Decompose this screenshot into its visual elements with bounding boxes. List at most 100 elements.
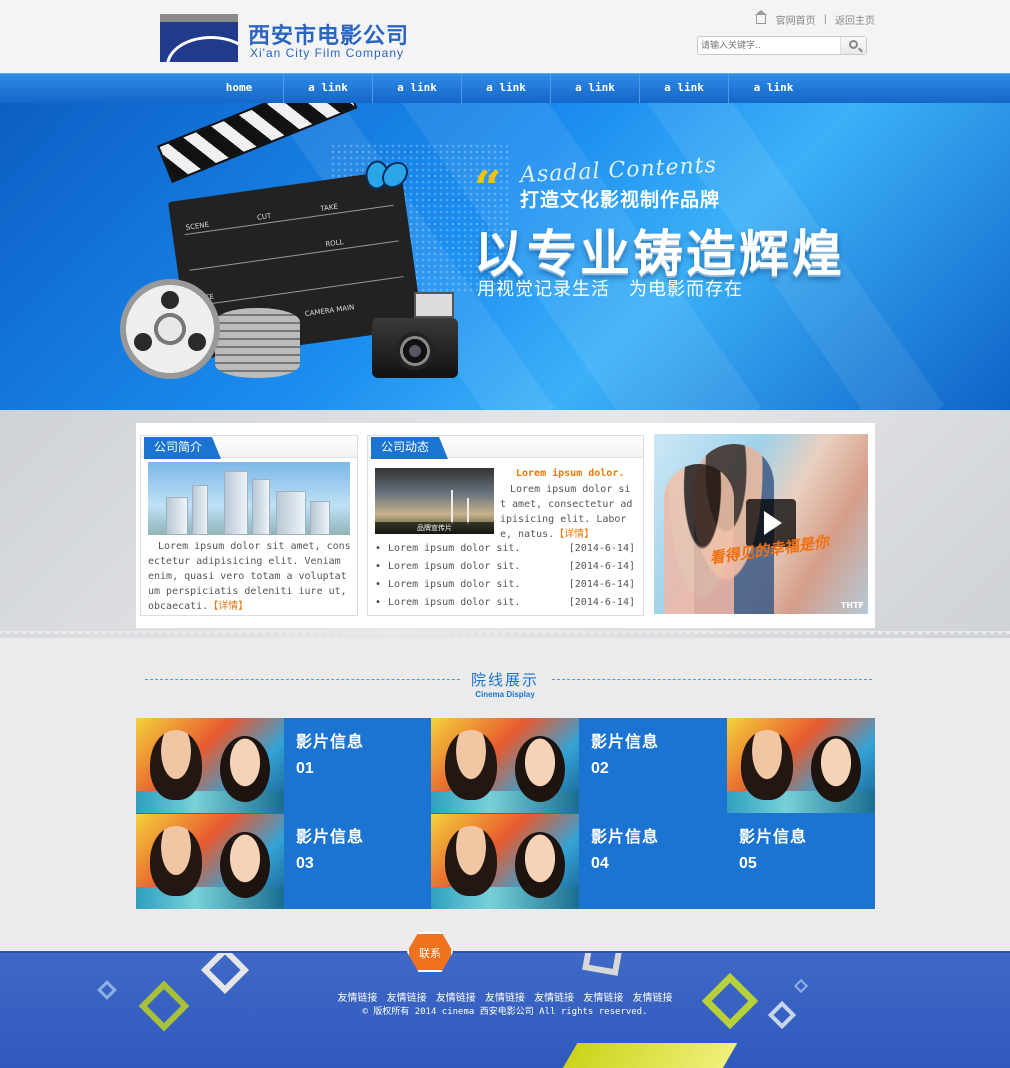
decor-square (582, 953, 624, 976)
news-box: 公司动态 品牌宣传片 Lorem ipsum dolor. Lorem ipsu… (367, 435, 644, 616)
section-divider-right (552, 679, 872, 680)
movie-info-number: 01 (296, 760, 314, 777)
news-box-header: 公司动态 (368, 436, 643, 459)
search-box (697, 36, 867, 55)
film-cans (215, 308, 300, 378)
banner-tagline: 打造文化影视制作品牌 (520, 189, 721, 211)
top-links: 官网首页 | 返回主页 (754, 10, 875, 27)
movie-info-02[interactable]: 影片信息 02 (591, 728, 659, 778)
intro-box: 公司简介 Lorem ipsum dolor sit amet, consect… (140, 435, 358, 616)
tab-company-intro[interactable]: 公司简介 (144, 437, 222, 459)
news-item-title[interactable]: Lorem ipsum dolor sit. (388, 543, 520, 554)
movie-info-label: 影片信息 (296, 827, 365, 846)
nav-item-link-2[interactable]: a link (373, 74, 462, 104)
list-item[interactable]: Lorem ipsum dolor sit. [2014-6-14] (375, 558, 635, 576)
movie-info-label: 影片信息 (739, 827, 808, 846)
list-item[interactable]: Lorem ipsum dolor sit. [2014-6-14] (375, 540, 635, 558)
nav-item-link-6[interactable]: a link (729, 74, 818, 104)
movie-poster[interactable] (727, 718, 875, 813)
zigzag-divider (0, 631, 1010, 639)
nav-item-home[interactable]: home (195, 74, 284, 104)
top-link-return[interactable]: 返回主页 (835, 12, 875, 27)
news-item-date: [2014-6-14] (568, 543, 635, 554)
section-title: 院线展示 (470, 671, 539, 689)
news-item-title[interactable]: Lorem ipsum dolor sit. (388, 561, 520, 572)
movie-info-05[interactable]: 影片信息 05 (739, 823, 807, 873)
nav-item-link-1[interactable]: a link (284, 74, 373, 104)
list-item[interactable]: Lorem ipsum dolor sit. [2014-6-14] (375, 576, 635, 594)
movie-info-number: 03 (296, 855, 314, 872)
video-brand: THTF (840, 601, 864, 610)
news-item-title[interactable]: Lorem ipsum dolor sit. (388, 579, 520, 590)
butterfly-icon (365, 161, 405, 187)
movie-info-number: 05 (739, 855, 757, 872)
friend-links: 友情链接 友情链接 友情链接 友情链接 友情链接 友情链接 友情链接 (0, 989, 1010, 1004)
section-divider-left (145, 679, 460, 680)
clapper-label: TAKE (319, 202, 339, 213)
home-icon (754, 10, 767, 24)
movie-info-01[interactable]: 影片信息 01 (296, 728, 364, 778)
nav-item-link-4[interactable]: a link (551, 74, 640, 104)
logo[interactable] (160, 14, 238, 62)
top-link-homepage[interactable]: 官网首页 (776, 12, 816, 27)
search-input[interactable] (698, 37, 840, 54)
banner-subtagline: 用视觉记录生活 为电影而存在 (477, 279, 743, 300)
news-headline[interactable]: Lorem ipsum dolor. (516, 468, 624, 479)
camera-lens (396, 332, 434, 370)
movie-info-04[interactable]: 影片信息 04 (591, 823, 659, 873)
friend-link[interactable]: 友情链接 (337, 993, 377, 1004)
copyright: © 版权所有 2014 cinema 西安电影公司 All rights res… (362, 1007, 648, 1017)
list-item[interactable]: Lorem ipsum dolor sit. [2014-6-14] (375, 594, 635, 612)
news-more-link[interactable]: 【详情】 (554, 529, 594, 540)
nav-list: home a link a link a link a link a link … (195, 74, 818, 104)
logo-arc (166, 36, 238, 62)
decor-stripe (542, 1043, 738, 1068)
search-button[interactable] (840, 37, 866, 54)
news-item-date: [2014-6-14] (568, 579, 635, 590)
movie-poster[interactable] (431, 718, 579, 813)
video-player[interactable]: 看得见的幸福是你 THTF (654, 434, 868, 614)
friend-link[interactable]: 友情链接 (485, 993, 525, 1004)
movie-info-03[interactable]: 影片信息 03 (296, 823, 364, 873)
intro-more-link[interactable]: 【详情】 (208, 601, 248, 612)
movie-info-label: 影片信息 (296, 732, 365, 751)
movie-poster[interactable] (136, 814, 284, 909)
news-item-date: [2014-6-14] (568, 597, 635, 608)
movie-info-number: 04 (591, 855, 609, 872)
tab-company-news[interactable]: 公司动态 (371, 437, 449, 459)
decor-square (200, 953, 250, 995)
hero-banner: SCENE CUT TAKE ROLL DATE CAMERA MAIN Asa… (0, 103, 1010, 410)
camera-icon (372, 292, 458, 378)
news-item-date: [2014-6-14] (568, 561, 635, 572)
quote-icon: “ (474, 161, 502, 217)
friend-link[interactable]: 友情链接 (633, 993, 673, 1004)
friend-link[interactable]: 友情链接 (534, 993, 574, 1004)
news-photo[interactable]: 品牌宣传片 (375, 468, 494, 534)
news-item-title[interactable]: Lorem ipsum dolor sit. (388, 597, 520, 608)
intro-body: Lorem ipsum dolor sit amet, consectetur … (148, 541, 351, 612)
nav-item-link-3[interactable]: a link (462, 74, 551, 104)
film-reel-icon (120, 279, 220, 379)
movie-poster[interactable] (136, 718, 284, 813)
news-summary: Lorem ipsum dolor sit amet, consectetur … (500, 482, 634, 542)
friend-link[interactable]: 友情链接 (583, 993, 623, 1004)
movie-info-label: 影片信息 (591, 732, 660, 751)
movie-poster[interactable] (431, 814, 579, 909)
header: 西安市电影公司 Xi'an City Film Company 官网首页 | 返… (0, 0, 1010, 73)
clapper-label: ROLL (324, 238, 345, 249)
top-link-separator: | (823, 14, 827, 25)
clapper-label: CUT (256, 211, 272, 222)
movie-info-label: 影片信息 (591, 827, 660, 846)
camera-flash (414, 292, 454, 318)
search-icon (849, 40, 858, 49)
nav-item-link-5[interactable]: a link (640, 74, 729, 104)
news-photo-caption: 品牌宣传片 (375, 522, 494, 534)
intro-text: Lorem ipsum dolor sit amet, consectetur … (148, 539, 352, 614)
intro-box-header: 公司简介 (141, 436, 357, 459)
friend-link[interactable]: 友情链接 (436, 993, 476, 1004)
news-list: Lorem ipsum dolor sit. [2014-6-14] Lorem … (375, 540, 635, 612)
friend-link[interactable]: 友情链接 (387, 993, 427, 1004)
video-person (664, 464, 734, 614)
clapper-label: CAMERA MAIN (304, 303, 355, 319)
movie-info-number: 02 (591, 760, 609, 777)
